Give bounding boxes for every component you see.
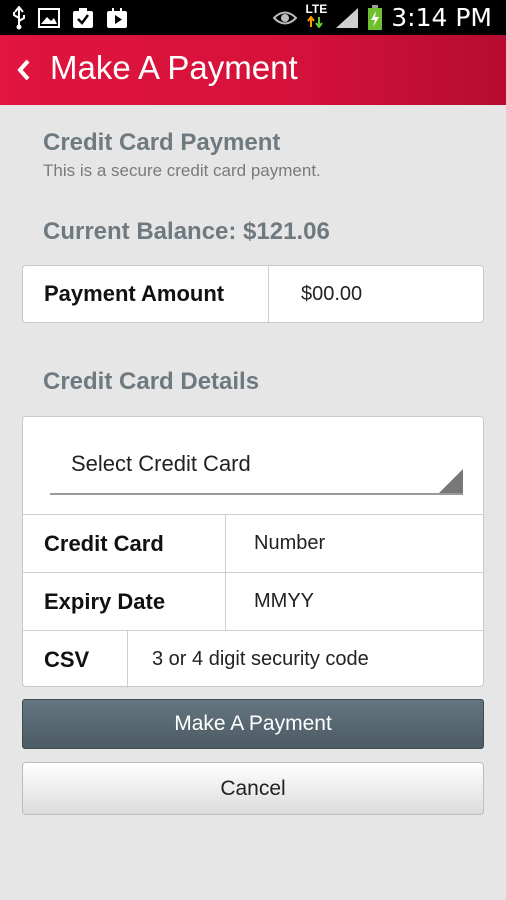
status-bar: LTE 3:14 PM <box>0 0 506 35</box>
card-number-label: Credit Card <box>23 515 226 572</box>
clock: 3:14 PM <box>391 3 492 32</box>
select-underline <box>50 493 463 495</box>
csv-input[interactable]: 3 or 4 digit security code <box>128 631 369 688</box>
csv-row: CSV 3 or 4 digit security code <box>23 631 483 688</box>
dropdown-triangle-icon <box>439 469 463 493</box>
payment-subtitle: This is a secure credit card payment. <box>43 161 321 180</box>
payment-amount-card: Payment Amount $00.00 <box>22 265 484 323</box>
card-number-input[interactable]: Number <box>226 515 325 572</box>
payment-amount-input[interactable]: $00.00 <box>269 266 362 322</box>
image-icon <box>38 8 60 28</box>
payment-amount-row: Payment Amount $00.00 <box>23 266 483 322</box>
make-payment-button[interactable]: Make A Payment <box>22 699 484 749</box>
card-number-row: Credit Card Number <box>23 515 483 573</box>
app-bar: Make A Payment <box>0 35 506 105</box>
credit-card-select[interactable]: Select Credit Card <box>23 417 483 515</box>
cancel-button[interactable]: Cancel <box>22 762 484 815</box>
usb-icon <box>13 6 25 30</box>
eye-icon <box>273 11 298 24</box>
back-chevron-icon[interactable] <box>12 51 36 89</box>
signal-icon <box>336 7 359 28</box>
csv-label: CSV <box>23 631 128 688</box>
card-details-title: Credit Card Details <box>43 368 260 395</box>
task-check-icon <box>73 8 93 28</box>
payment-form: Credit Card Payment This is a secure cre… <box>0 105 506 900</box>
page-title: Make A Payment <box>50 49 298 86</box>
data-arrows-icon <box>307 14 324 29</box>
expiry-row: Expiry Date MMYY <box>23 573 483 631</box>
network-type: LTE <box>305 3 327 33</box>
card-details-card: Select Credit Card Credit Card Number Ex… <box>22 416 484 688</box>
expiry-label: Expiry Date <box>23 573 226 630</box>
payment-section-title: Credit Card Payment <box>43 129 281 156</box>
current-balance: Current Balance: $121.06 <box>43 218 330 245</box>
payment-amount-label: Payment Amount <box>23 266 269 322</box>
credit-card-select-label: Select Credit Card <box>71 451 251 476</box>
expiry-input[interactable]: MMYY <box>226 573 314 630</box>
network-label: LTE <box>305 1 328 16</box>
play-store-icon <box>107 8 127 28</box>
battery-charging-icon <box>368 4 383 30</box>
